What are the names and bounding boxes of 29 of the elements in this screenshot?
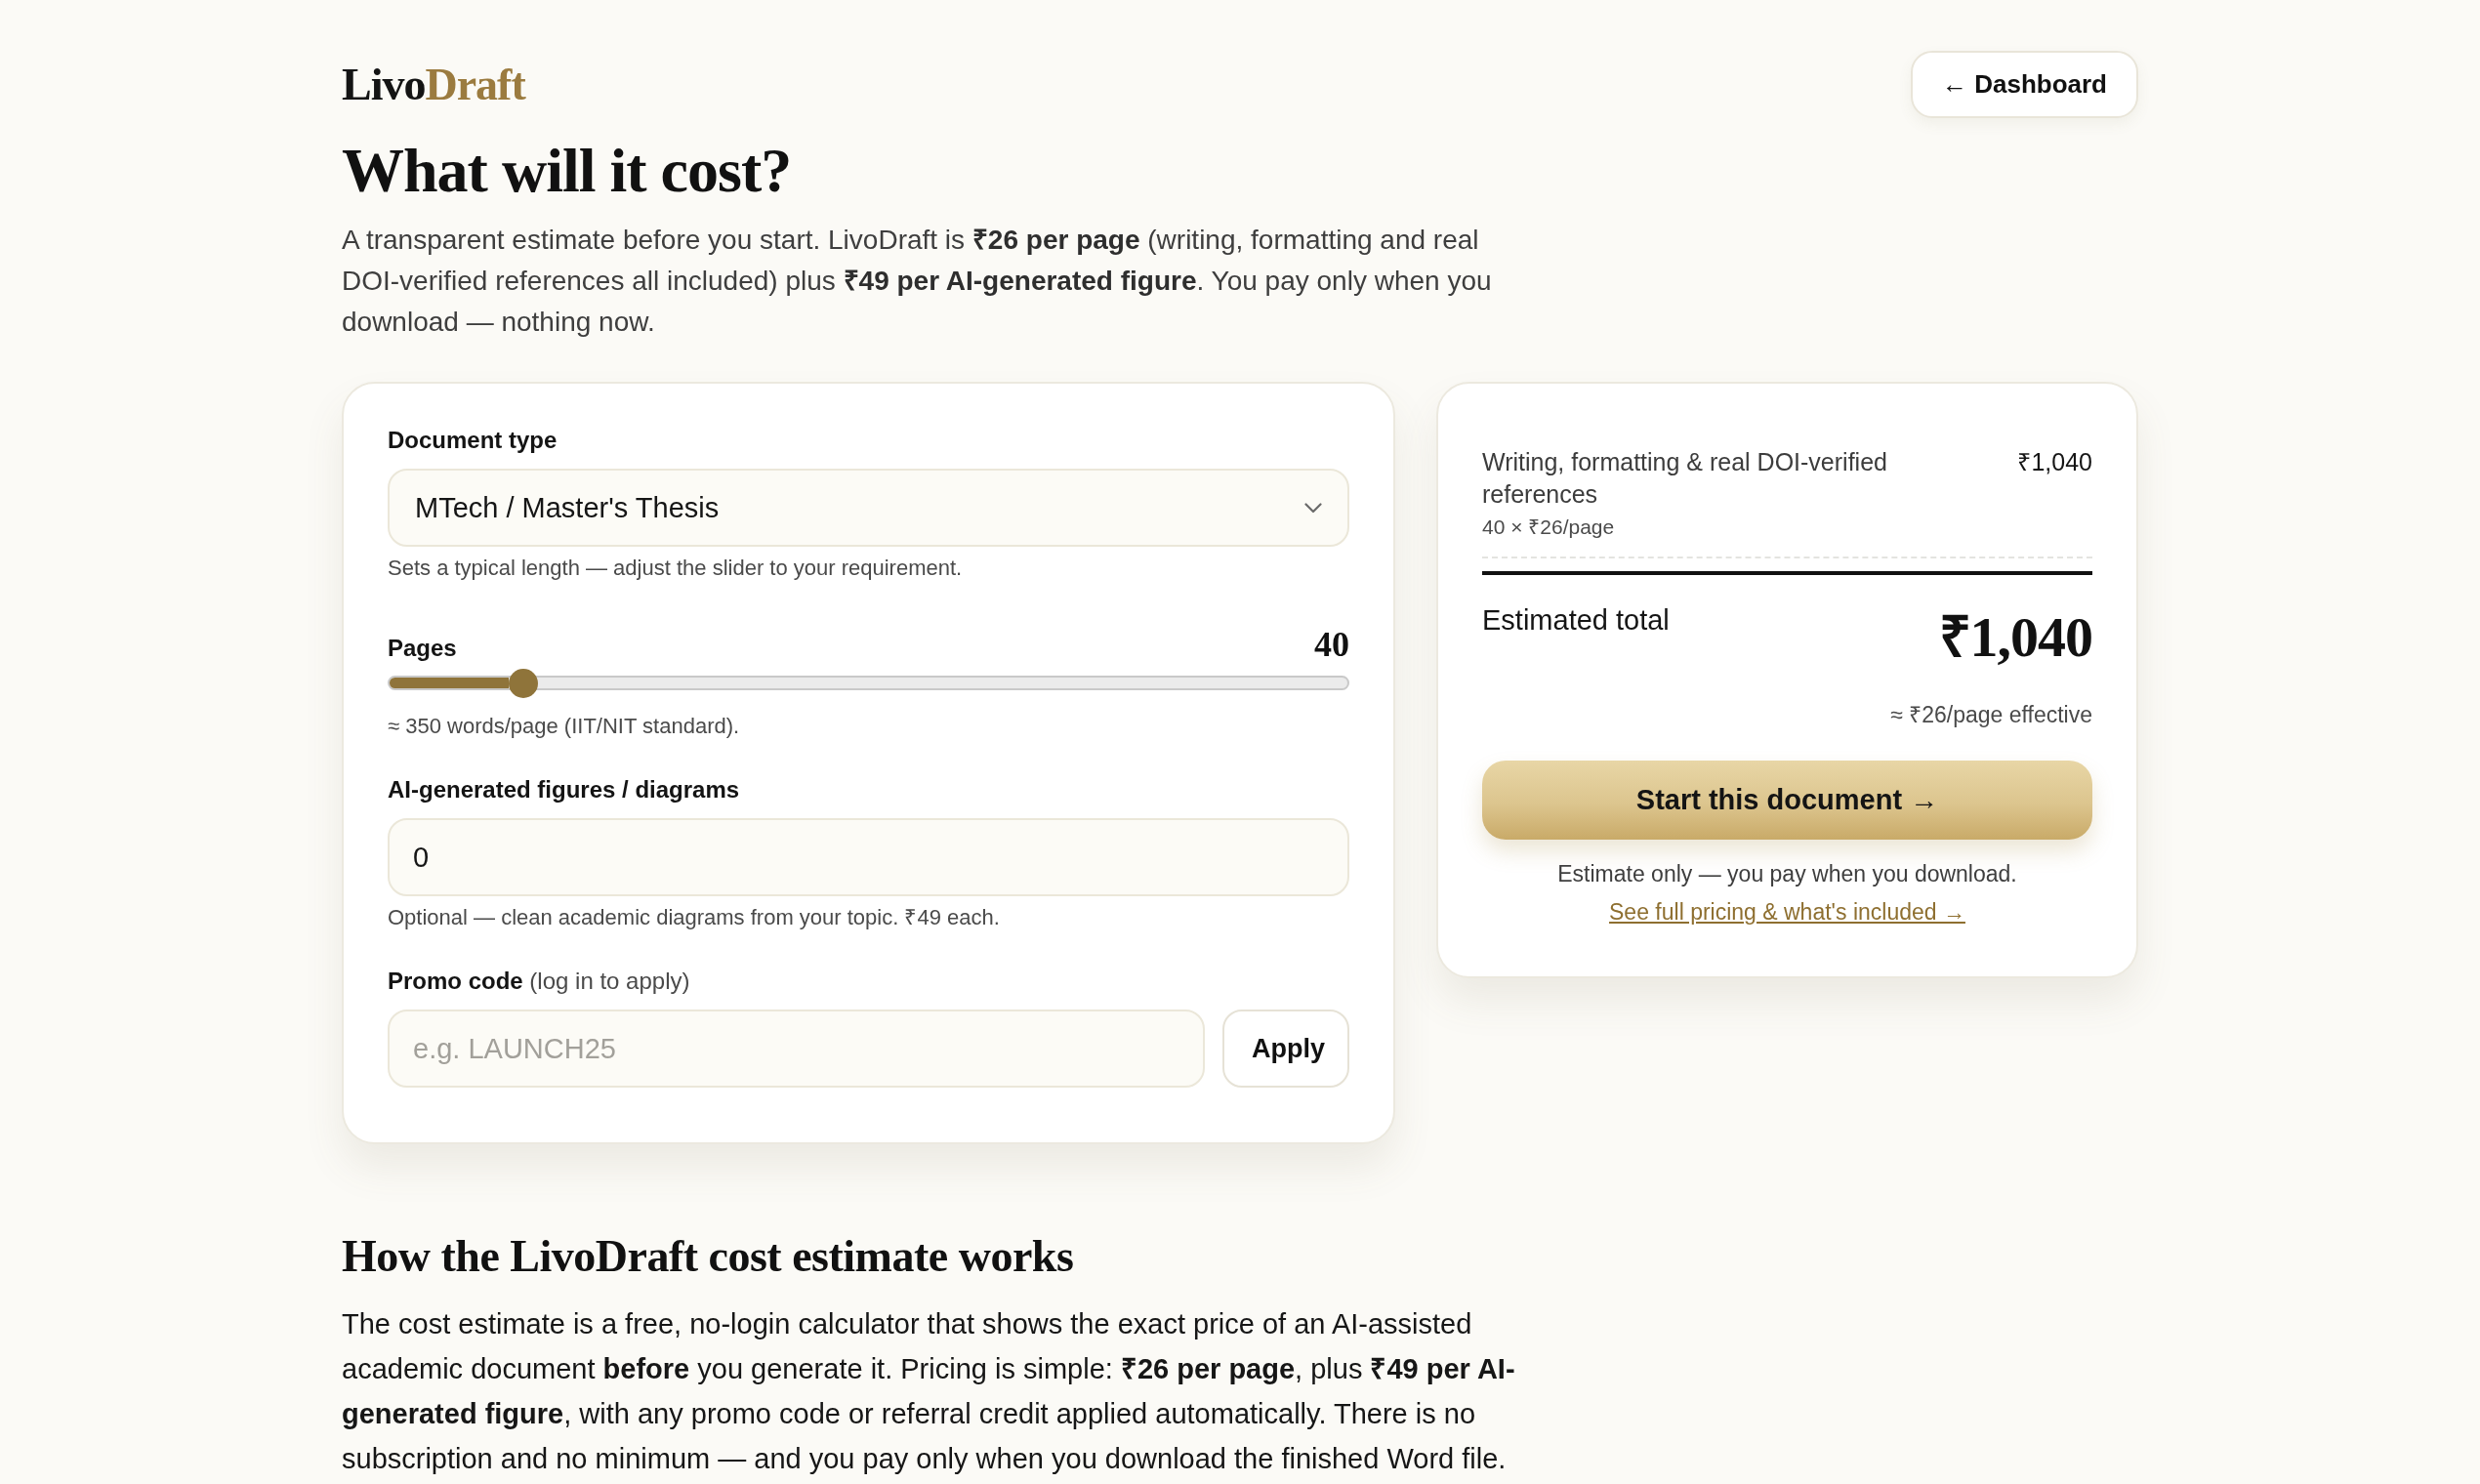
estimate-note: Estimate only — you pay when you download. — [1556, 860, 2018, 888]
logo: LivoDraft — [342, 62, 525, 107]
pricing-link[interactable]: See full pricing & what's included → — [1609, 899, 1965, 925]
apply-button[interactable]: Apply — [1222, 1010, 1349, 1088]
field-hint: ≈ 350 words/page (IIT/NIT standard). — [388, 713, 741, 740]
explainer-text: The cost estimate is a free, no-login calculator that shows the exact price of an AI-assisted academic document before you generate it. Pricing is simple: ₹26 per page, plus ₹49 per AI-generated figure, with any promo code or referral credit applied automatically. There is no subscription and no minimum — and you pay only when you download the finished Word file. — [342, 1307, 1516, 1476]
field-label: Promo code (log in to apply) — [388, 967, 691, 996]
field-label: AI-generated figures / diagrams — [388, 775, 741, 804]
intro-text: A transparent estimate before you start. LivoDraft is ₹26 per page (writing, formatting and real DOI-verified references all included) plus ₹49 per AI-generated figure. You pay only when you download — nothing now. — [342, 224, 1493, 339]
slider-thumb[interactable] — [509, 668, 539, 698]
page-title: What will it cost? — [342, 136, 793, 206]
figures-input[interactable]: 0 — [388, 818, 1349, 896]
start-document-button[interactable]: Start this document → — [1482, 761, 2092, 840]
pages-value: 40 — [1314, 625, 1349, 664]
total-amount: ₹1,040 — [1938, 606, 2092, 669]
field-hint: Sets a typical length — adjust the slider to your requirement. — [388, 555, 964, 582]
field-label: Document type — [388, 426, 558, 455]
section-heading: How the LivoDraft cost estimate works — [342, 1230, 1075, 1283]
total-label: Estimated total — [1482, 603, 1670, 638]
field-label: Pages — [388, 634, 457, 663]
dashboard-button[interactable]: ← Dashboard — [1910, 51, 2138, 118]
line-item-label: Writing, formatting & real DOI-verified references — [1482, 447, 1888, 510]
effective-rate: ≈ ₹26/page effective — [1890, 701, 2092, 729]
chevron-down-icon — [1304, 502, 1322, 514]
document-type-select[interactable]: MTech / Master's Thesis — [388, 469, 1349, 547]
line-item-amount: ₹1,040 — [2017, 447, 2092, 477]
field-hint: Optional — clean academic diagrams from your topic. ₹49 each. — [388, 904, 1001, 931]
line-item-detail: 40 × ₹26/page — [1482, 515, 1616, 540]
promo-code-input[interactable]: e.g. LAUNCH25 — [388, 1010, 1205, 1088]
